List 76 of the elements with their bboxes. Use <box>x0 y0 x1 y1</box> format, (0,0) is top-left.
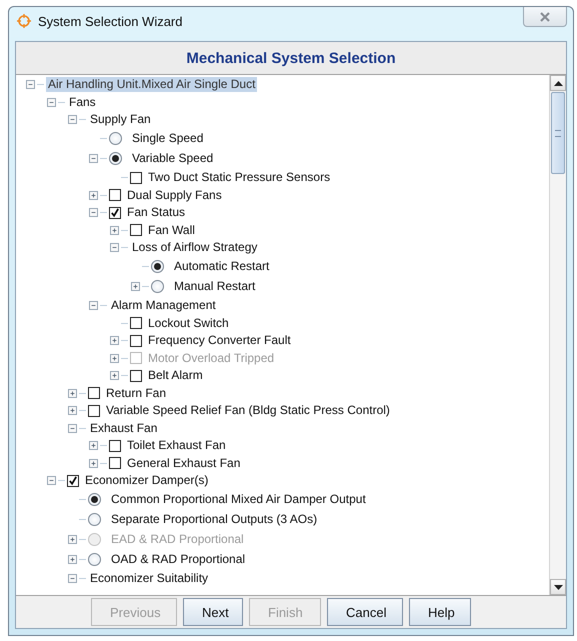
tree-item[interactable]: Common Proportional Mixed Air Damper Output <box>109 492 368 507</box>
expander-icon[interactable] <box>131 282 140 292</box>
expander-icon[interactable] <box>68 424 77 432</box>
tree-item[interactable]: Supply Fan <box>88 112 153 128</box>
tree-item[interactable]: Dual Supply Fans <box>125 188 224 203</box>
expander-icon[interactable] <box>110 371 119 380</box>
expander-icon[interactable] <box>26 80 35 90</box>
tree-item[interactable]: Economizer Suitability <box>88 571 210 586</box>
tree-item[interactable]: Single Speed <box>130 131 206 146</box>
tree-item[interactable]: Fan Status <box>125 205 188 220</box>
tree-item[interactable]: Fans <box>67 94 98 110</box>
dialog-button[interactable]: Help <box>409 598 471 626</box>
dialog-button[interactable]: Next <box>183 598 243 626</box>
tree-item[interactable]: Air Handling Unit.Mixed Air Single Duct <box>46 77 258 92</box>
crosshair-icon <box>16 13 32 29</box>
radio-button[interactable] <box>151 260 164 273</box>
tree-item[interactable]: Alarm Management <box>109 298 218 313</box>
close-button[interactable] <box>523 7 567 27</box>
expander-icon[interactable] <box>68 115 77 124</box>
tree-item[interactable]: Fan Wall <box>146 222 197 238</box>
radio-button[interactable] <box>109 152 122 166</box>
checkbox[interactable] <box>109 440 121 452</box>
radio-button[interactable] <box>109 132 122 146</box>
expander-icon[interactable] <box>68 388 77 398</box>
checkbox[interactable] <box>130 172 142 184</box>
tree-item[interactable]: Belt Alarm <box>146 368 205 383</box>
tree-item[interactable]: Manual Restart <box>172 279 258 294</box>
expander-icon[interactable] <box>89 441 98 450</box>
expander-icon[interactable] <box>89 301 98 310</box>
radio-button[interactable] <box>88 513 101 526</box>
expander-icon[interactable] <box>110 226 119 235</box>
checkbox[interactable] <box>130 334 142 346</box>
expander-icon[interactable] <box>68 574 77 584</box>
checkbox[interactable] <box>130 317 142 329</box>
expander-icon[interactable] <box>47 98 56 107</box>
tree-item[interactable]: Separate Proportional Outputs (3 AOs) <box>109 512 320 528</box>
scroll-up-icon[interactable] <box>550 75 566 91</box>
tree-item[interactable]: Exhaust Fan <box>88 420 160 436</box>
radio-button[interactable] <box>88 492 101 506</box>
checkbox[interactable] <box>130 224 142 236</box>
scroll-down-icon[interactable] <box>550 579 566 595</box>
section-title: Mechanical System Selection <box>186 50 396 66</box>
tree-item[interactable]: Frequency Converter Fault <box>146 333 293 348</box>
tree-item[interactable]: Variable Speed Relief Fan (Bldg Static Press Control) <box>104 403 392 418</box>
checkbox[interactable] <box>88 404 100 416</box>
tree-item[interactable]: Return Fan <box>104 386 168 400</box>
expander-icon[interactable] <box>89 190 98 200</box>
tree-item[interactable]: Economizer Damper(s) <box>83 473 210 488</box>
expander-icon[interactable] <box>89 208 98 218</box>
tree-item[interactable]: General Exhaust Fan <box>125 456 242 470</box>
expander-icon[interactable] <box>68 555 77 564</box>
checkbox[interactable] <box>109 189 121 202</box>
window-title: System Selection Wizard <box>38 14 182 28</box>
expander-icon[interactable] <box>47 476 56 485</box>
tree-item[interactable]: OAD & RAD Proportional <box>109 552 248 568</box>
expander-icon[interactable] <box>110 243 119 252</box>
dialog-button[interactable]: Cancel <box>327 598 403 626</box>
expander-icon[interactable] <box>110 336 119 345</box>
checkbox[interactable] <box>67 474 79 486</box>
radio-button[interactable] <box>151 280 164 294</box>
checkbox[interactable] <box>109 457 121 469</box>
expander-icon[interactable] <box>89 154 98 164</box>
checkbox[interactable] <box>130 370 142 382</box>
tree-item[interactable]: Toilet Exhaust Fan <box>125 438 228 453</box>
tree-item[interactable]: Two Duct Static Pressure Sensors <box>146 170 332 186</box>
expander-icon[interactable] <box>89 458 98 468</box>
scrollbar[interactable] <box>549 75 566 595</box>
tree-item[interactable]: Variable Speed <box>130 151 216 166</box>
tree-item[interactable]: Lockout Switch <box>146 316 231 330</box>
expander-icon[interactable] <box>68 406 77 415</box>
close-icon[interactable] <box>539 12 551 22</box>
tree-item[interactable]: Loss of Airflow Strategy <box>130 240 260 256</box>
checkbox[interactable] <box>109 206 121 219</box>
radio-button[interactable] <box>88 553 101 566</box>
checkbox[interactable] <box>88 387 100 399</box>
tree-item[interactable]: Automatic Restart <box>172 258 272 274</box>
